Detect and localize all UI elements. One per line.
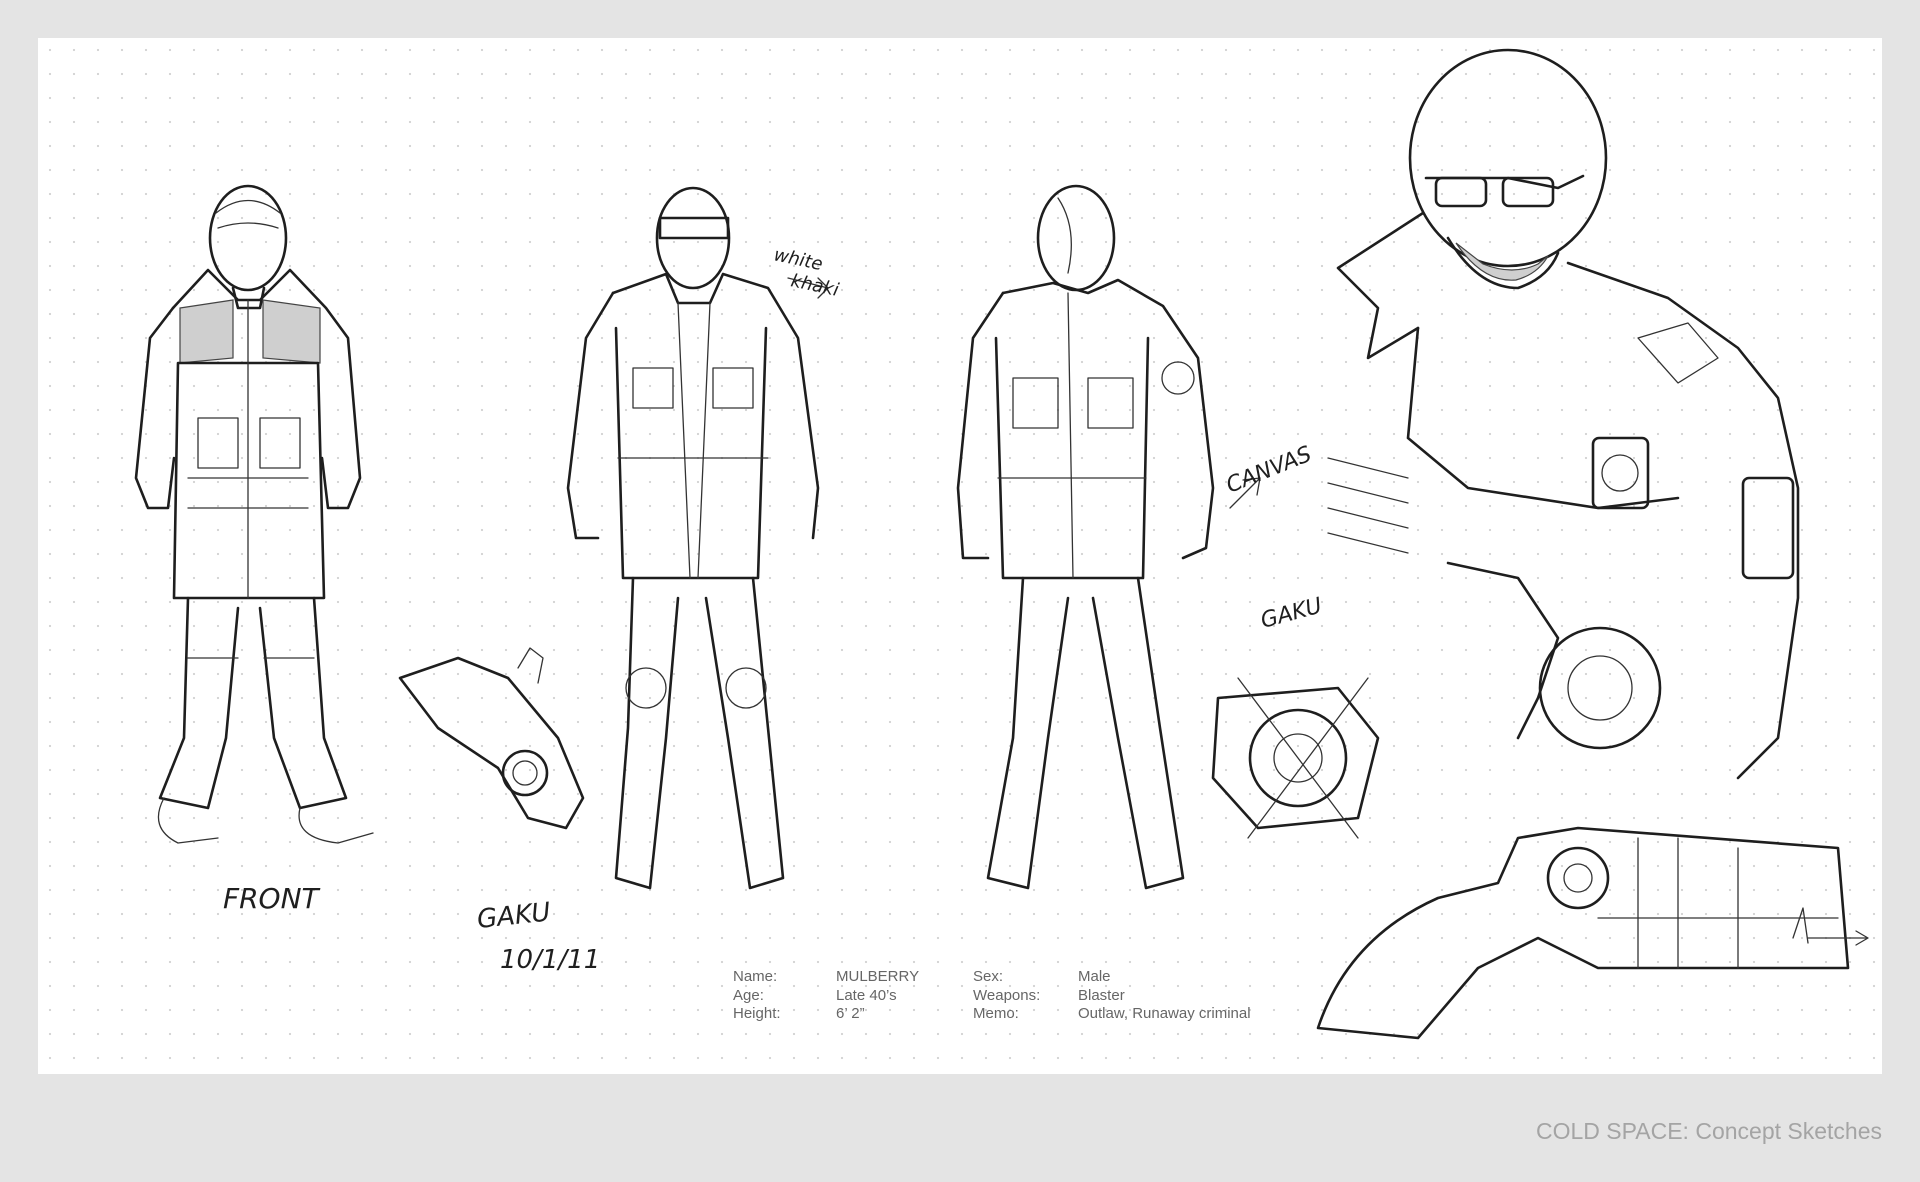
canvas-note: CANVAS: [1223, 442, 1315, 499]
sex-value: Male: [1078, 968, 1111, 985]
height-value: 6’ 2”: [836, 1005, 865, 1022]
age-value: Late 40’s: [836, 986, 897, 1004]
khaki-note: khaki: [789, 270, 841, 301]
sketch-date: 10/1/11: [500, 945, 600, 975]
signature: GAKU: [476, 897, 552, 935]
age-label: Age:: [733, 986, 764, 1004]
front-view-figure-icon: [134, 184, 374, 844]
memo-value: Outlaw, Runaway criminal: [1078, 1005, 1251, 1022]
coat-figure-icon: [566, 186, 829, 890]
gaku-note: GAKU: [1258, 594, 1325, 634]
sketch-artwork: FRONT white khaki CANVAS GAKU 10/1/11 GA…: [134, 48, 1869, 1040]
bust-closeup-icon: [1327, 48, 1800, 780]
concept-sheet: FRONT white khaki CANVAS GAKU 10/1/11 GA…: [38, 38, 1882, 1074]
name-value: MULBERRY: [836, 968, 920, 985]
name-label: Name:: [733, 968, 778, 985]
page-caption: COLD SPACE: Concept Sketches: [1536, 1118, 1882, 1144]
front-label: FRONT: [223, 882, 321, 915]
memo-label: Memo:: [973, 1005, 1019, 1022]
weapons-value: Blaster: [1078, 986, 1125, 1004]
weapons-label: Weapons:: [973, 986, 1041, 1004]
sex-label: Sex:: [973, 968, 1004, 985]
three-quarter-figure-icon: [956, 184, 1261, 890]
device-sketch-icon: [398, 647, 585, 830]
height-label: Height:: [733, 1005, 781, 1022]
cylinder-detail-icon: [1211, 677, 1380, 839]
blaster-pistol-icon: [1316, 826, 1869, 1040]
